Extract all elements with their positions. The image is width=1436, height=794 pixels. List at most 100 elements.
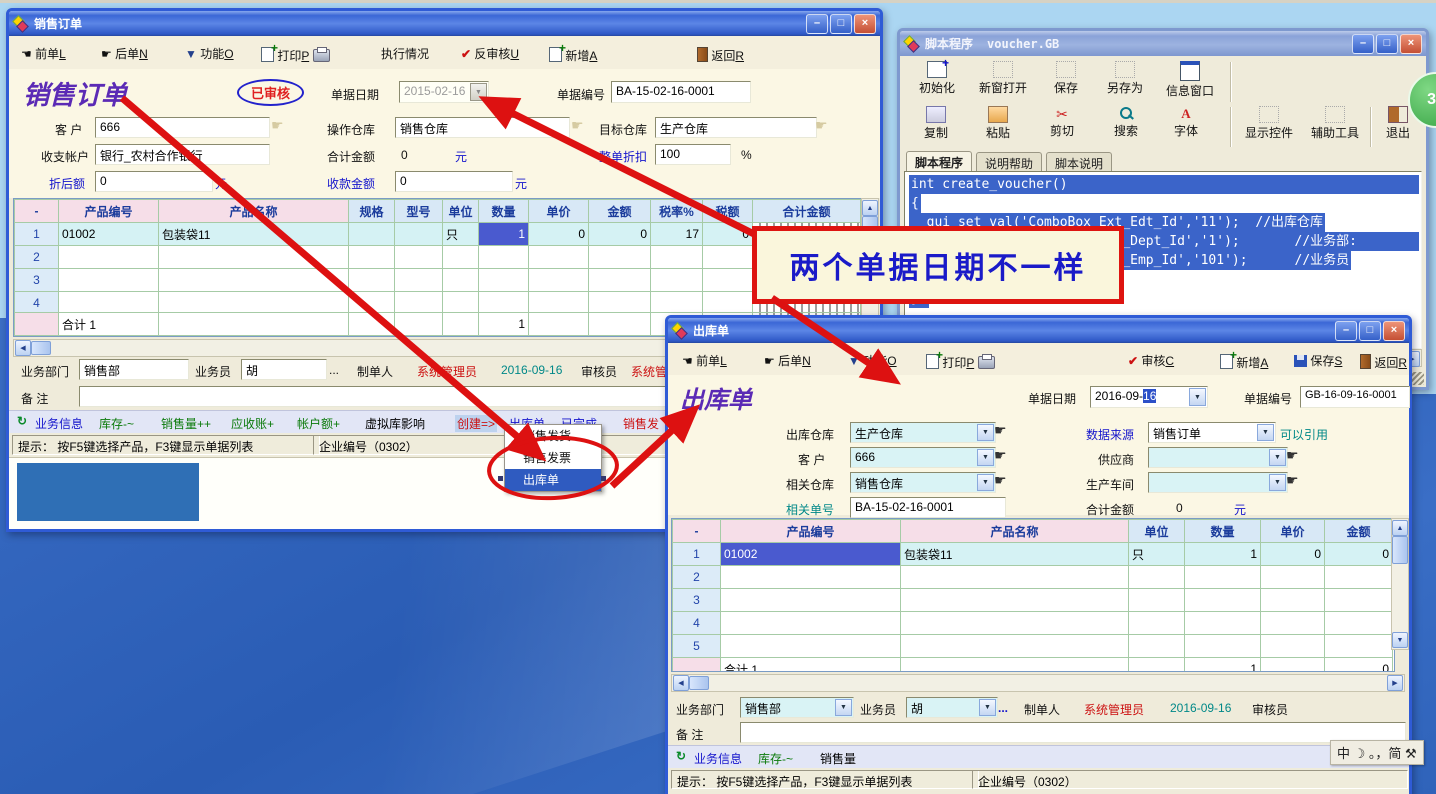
- outbound-hscrollbar[interactable]: ◀ ▶: [671, 674, 1405, 692]
- virtual-stock-link[interactable]: 虚拟库影响: [365, 415, 425, 432]
- minimize-button[interactable]: –: [1352, 34, 1374, 54]
- exec-status-button[interactable]: 执行情况: [381, 45, 429, 62]
- related-warehouse-combo[interactable]: 销售仓库▼: [850, 472, 996, 493]
- related-doc-no-input[interactable]: BA-15-02-16-0001: [850, 497, 1006, 518]
- show-controls-button[interactable]: 显示控件: [1238, 105, 1300, 147]
- dropdown-icon[interactable]: ▼: [977, 474, 994, 491]
- close-button[interactable]: ×: [854, 14, 876, 34]
- cell-code[interactable]: [721, 612, 901, 635]
- scroll-thumb[interactable]: [31, 341, 51, 355]
- ime-toolbar[interactable]: 中 ☽ 。，简 ⚒: [1330, 740, 1424, 765]
- copy-button[interactable]: 复制: [908, 105, 964, 147]
- note-input[interactable]: [740, 722, 1406, 743]
- maximize-button[interactable]: □: [1359, 321, 1381, 341]
- sales-ship-link[interactable]: 销售发: [623, 415, 659, 432]
- minimize-button[interactable]: –: [1335, 321, 1357, 341]
- cell-qty[interactable]: [1185, 589, 1261, 612]
- cell-model[interactable]: [395, 292, 443, 315]
- outbound-vscrollbar[interactable]: ▲ ▼: [1391, 518, 1409, 650]
- save-button[interactable]: 保存: [1040, 60, 1092, 102]
- prev-doc-button[interactable]: ☚ 前单L: [682, 352, 727, 369]
- cell-unit[interactable]: [443, 269, 479, 292]
- prev-doc-button[interactable]: ☚ 前单L: [21, 45, 66, 62]
- cell-name[interactable]: [901, 612, 1129, 635]
- audit-button[interactable]: ✔ 审核C: [1128, 352, 1174, 369]
- picker-hand-icon[interactable]: ☛: [994, 472, 1007, 489]
- create-link[interactable]: 创建=>: [455, 415, 497, 432]
- supplier-combo[interactable]: ▼: [1148, 447, 1288, 468]
- picker-hand-icon[interactable]: ☛: [571, 117, 584, 134]
- dropdown-icon[interactable]: ▼: [977, 449, 994, 466]
- more-button[interactable]: ...: [998, 701, 1008, 715]
- cell-price[interactable]: 0: [1261, 543, 1325, 566]
- next-doc-button[interactable]: ☛ 后单N: [101, 45, 148, 62]
- dropdown-icon[interactable]: ▼: [979, 699, 996, 716]
- cell-unit[interactable]: [1129, 612, 1185, 635]
- cell-code[interactable]: [59, 246, 159, 269]
- scroll-down-button[interactable]: ▼: [1392, 632, 1408, 648]
- return-button[interactable]: 返回R: [697, 45, 744, 64]
- minimize-button[interactable]: –: [806, 14, 828, 34]
- picker-hand-icon[interactable]: ☛: [815, 117, 828, 134]
- cell-qty[interactable]: [479, 292, 529, 315]
- cell-amount[interactable]: [1325, 612, 1393, 635]
- cell-model[interactable]: [395, 223, 443, 246]
- menu-item-sales-shipment[interactable]: 销售发货: [505, 425, 601, 447]
- save-as-button[interactable]: 另存为: [1096, 60, 1154, 102]
- table-row[interactable]: 1 01002 包装袋11 只 1 0 0: [673, 543, 1393, 566]
- info-window-button[interactable]: 信息窗口: [1158, 60, 1222, 102]
- table-row[interactable]: 4: [673, 612, 1393, 635]
- dept-combo[interactable]: 销售部▼: [740, 697, 854, 718]
- dropdown-icon[interactable]: ▼: [835, 699, 852, 716]
- cell-unit[interactable]: 只: [1129, 543, 1185, 566]
- cell-qty[interactable]: 1: [1185, 543, 1261, 566]
- search-button[interactable]: 搜索: [1098, 105, 1154, 147]
- paste-button[interactable]: 粘贴: [970, 105, 1026, 147]
- cell-amount[interactable]: [589, 269, 651, 292]
- sales-qty-link[interactable]: 销售量++: [161, 415, 211, 432]
- cell-taxrate[interactable]: 17: [651, 223, 703, 246]
- init-button[interactable]: 初始化: [906, 60, 968, 102]
- cell-taxrate[interactable]: [651, 246, 703, 269]
- cell-price[interactable]: [529, 269, 589, 292]
- cell-tax[interactable]: [703, 292, 753, 315]
- scroll-left-button[interactable]: ◀: [673, 675, 689, 691]
- function-button[interactable]: ▼ 功能O: [185, 45, 234, 62]
- dropdown-icon[interactable]: ▼: [1269, 449, 1286, 466]
- cell-price[interactable]: [529, 246, 589, 269]
- dept-input[interactable]: 销售部: [79, 359, 189, 380]
- cut-button[interactable]: ✂剪切: [1034, 105, 1090, 147]
- cell-spec[interactable]: [349, 292, 395, 315]
- cell-price[interactable]: [1261, 635, 1325, 658]
- table-row[interactable]: 2: [15, 246, 861, 269]
- discounted-input[interactable]: 0: [95, 171, 213, 192]
- cell-qty-selected[interactable]: 1: [479, 223, 529, 246]
- cell-qty[interactable]: [479, 246, 529, 269]
- cell-spec[interactable]: [349, 246, 395, 269]
- employee-input[interactable]: 胡: [241, 359, 327, 380]
- unaudit-button[interactable]: ✔ 反审核U: [461, 45, 519, 62]
- table-row[interactable]: 4: [15, 292, 861, 315]
- table-row[interactable]: 3: [15, 269, 861, 292]
- print-button[interactable]: 打印P: [926, 352, 995, 371]
- cell-name[interactable]: [159, 246, 349, 269]
- picker-hand-icon[interactable]: ☛: [994, 447, 1007, 464]
- cell-code[interactable]: 01002: [59, 223, 159, 246]
- dropdown-icon[interactable]: ▼: [977, 424, 994, 441]
- cell-amount[interactable]: 0: [589, 223, 651, 246]
- dropdown-icon[interactable]: ▼: [1269, 474, 1286, 491]
- cell-tax[interactable]: [703, 269, 753, 292]
- dropdown-icon[interactable]: ▼: [470, 83, 487, 101]
- cell-amount[interactable]: 0: [1325, 543, 1393, 566]
- resize-grip[interactable]: [1411, 372, 1424, 385]
- cell-qty[interactable]: [1185, 612, 1261, 635]
- picker-hand-icon[interactable]: ☛: [271, 117, 284, 134]
- cell-code[interactable]: [721, 566, 901, 589]
- biz-info-link[interactable]: 业务信息: [694, 750, 742, 767]
- cell-name[interactable]: [159, 292, 349, 315]
- picker-hand-icon[interactable]: ☛: [1286, 472, 1299, 489]
- cell-code[interactable]: [59, 269, 159, 292]
- cell-taxrate[interactable]: [651, 292, 703, 315]
- refresh-icon[interactable]: ↻: [17, 414, 27, 428]
- table-row[interactable]: 2: [673, 566, 1393, 589]
